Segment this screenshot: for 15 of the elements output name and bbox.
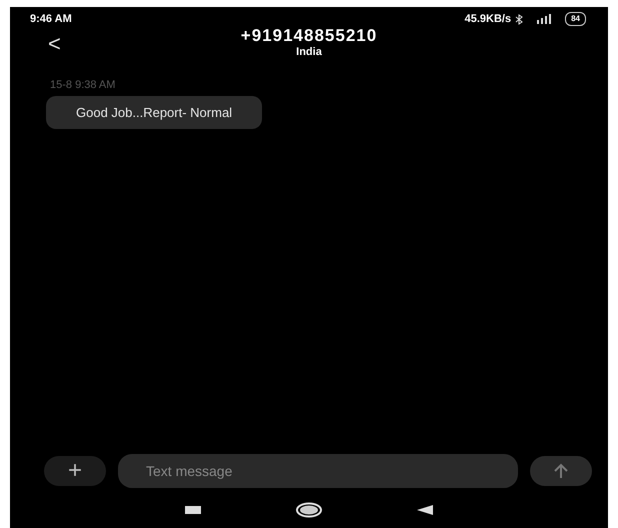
home-icon[interactable] xyxy=(295,502,323,518)
message-input[interactable]: Text message xyxy=(118,454,518,488)
contact-country: India xyxy=(296,46,322,58)
back-icon[interactable] xyxy=(417,505,433,515)
status-time: 9:46 AM xyxy=(30,12,72,27)
back-button[interactable]: < xyxy=(48,33,61,55)
network-speed: 45.9KB/s xyxy=(464,12,512,27)
contact-number: +919148855210 xyxy=(240,27,378,46)
up-arrow-icon xyxy=(553,463,569,479)
bluetooth-icon xyxy=(515,14,524,24)
message-timestamp: 15-8 9:38 AM xyxy=(50,78,116,93)
send-button[interactable] xyxy=(530,456,592,486)
battery-level: 84 xyxy=(565,12,586,26)
message-bubble: Good Job...Report- Normal xyxy=(46,96,262,129)
attach-button[interactable]: + xyxy=(44,456,106,486)
